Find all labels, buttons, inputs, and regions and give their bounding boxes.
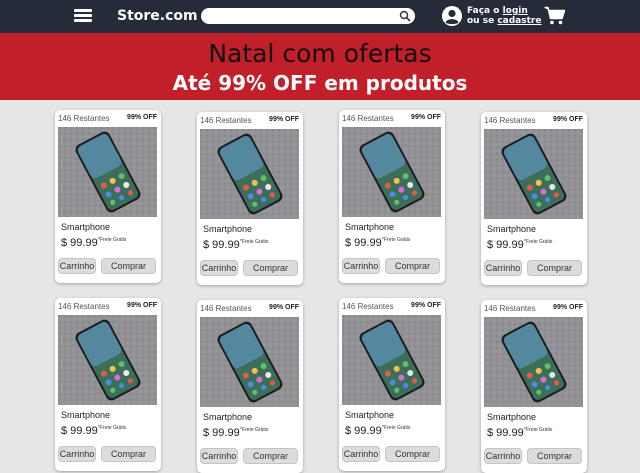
stock-remaining: 146 Restantes — [200, 304, 252, 313]
add-to-cart-button[interactable]: Carrinho — [484, 448, 522, 464]
product-name[interactable]: Smartphone — [345, 222, 394, 232]
free-shipping-label: *Frete Grátis — [240, 427, 269, 433]
top-header: Store.com Faça o login ou se cadastre — [0, 0, 640, 33]
free-shipping-label: *Frete Grátis — [382, 237, 411, 243]
product-card[interactable]: 146 Restantes 99% OFF Smartphone $ 99.99… — [55, 110, 161, 283]
banner-subtitle: Até 99% OFF em produtos — [172, 71, 468, 95]
signup-prefix: ou se — [467, 16, 495, 26]
product-image[interactable] — [484, 129, 583, 219]
product-image[interactable] — [58, 127, 157, 217]
stock-remaining: 146 Restantes — [58, 114, 110, 123]
product-price: $ 99.99 — [203, 427, 240, 439]
buy-button[interactable]: Comprar — [101, 446, 156, 462]
buy-button[interactable]: Comprar — [385, 258, 440, 274]
free-shipping-label: *Frete Grátis — [524, 427, 553, 433]
promo-banner[interactable]: Natal com ofertas Até 99% OFF em produto… — [0, 33, 640, 100]
product-image[interactable] — [200, 317, 299, 407]
login-link[interactable]: login — [503, 6, 528, 16]
product-name[interactable]: Smartphone — [61, 410, 110, 420]
login-prompt: Faça o login ou se cadastre — [467, 6, 541, 26]
product-name[interactable]: Smartphone — [61, 222, 110, 232]
product-image[interactable] — [342, 127, 441, 217]
shopping-cart-icon[interactable] — [544, 6, 566, 26]
stock-remaining: 146 Restantes — [484, 304, 536, 313]
add-to-cart-button[interactable]: Carrinho — [342, 258, 380, 274]
product-image[interactable] — [200, 129, 299, 219]
hamburger-menu-icon[interactable] — [74, 9, 92, 23]
product-card[interactable]: 146 Restantes 99% OFF Smartphone $ 99.99… — [55, 298, 161, 471]
product-name[interactable]: Smartphone — [203, 412, 252, 422]
login-prefix: Faça o — [467, 6, 500, 16]
discount-badge: 99% OFF — [269, 304, 299, 311]
product-price: $ 99.99 — [61, 425, 98, 437]
add-to-cart-button[interactable]: Carrinho — [58, 258, 96, 274]
free-shipping-label: *Frete Grátis — [98, 425, 127, 431]
add-to-cart-button[interactable]: Carrinho — [200, 448, 238, 464]
stock-remaining: 146 Restantes — [484, 116, 536, 125]
discount-badge: 99% OFF — [553, 304, 583, 311]
buy-button[interactable]: Comprar — [101, 258, 156, 274]
store-logo[interactable]: Store.com — [117, 8, 198, 24]
product-name[interactable]: Smartphone — [203, 224, 252, 234]
discount-badge: 99% OFF — [127, 114, 157, 121]
product-name[interactable]: Smartphone — [487, 224, 536, 234]
free-shipping-label: *Frete Grátis — [382, 425, 411, 431]
product-price: $ 99.99 — [203, 239, 240, 251]
signup-link[interactable]: cadastre — [497, 16, 541, 26]
buy-button[interactable]: Comprar — [243, 448, 298, 464]
product-name[interactable]: Smartphone — [487, 412, 536, 422]
buy-button[interactable]: Comprar — [385, 446, 440, 462]
discount-badge: 99% OFF — [269, 116, 299, 123]
discount-badge: 99% OFF — [411, 114, 441, 121]
discount-badge: 99% OFF — [553, 116, 583, 123]
product-image[interactable] — [58, 315, 157, 405]
stock-remaining: 146 Restantes — [200, 116, 252, 125]
search-input[interactable] — [209, 9, 389, 23]
discount-badge: 99% OFF — [127, 302, 157, 309]
stock-remaining: 146 Restantes — [342, 302, 394, 311]
product-price: $ 99.99 — [61, 237, 98, 249]
product-image[interactable] — [342, 315, 441, 405]
stock-remaining: 146 Restantes — [58, 302, 110, 311]
free-shipping-label: *Frete Grátis — [240, 239, 269, 245]
product-card[interactable]: 146 Restantes 99% OFF Smartphone $ 99.99… — [197, 112, 303, 285]
discount-badge: 99% OFF — [411, 302, 441, 309]
product-card[interactable]: 146 Restantes 99% OFF Smartphone $ 99.99… — [339, 298, 445, 471]
free-shipping-label: *Frete Grátis — [98, 237, 127, 243]
product-price: $ 99.99 — [345, 425, 382, 437]
buy-button[interactable]: Comprar — [243, 260, 298, 276]
search-bar — [201, 8, 415, 24]
product-price: $ 99.99 — [487, 427, 524, 439]
product-price: $ 99.99 — [345, 237, 382, 249]
add-to-cart-button[interactable]: Carrinho — [484, 260, 522, 276]
add-to-cart-button[interactable]: Carrinho — [58, 446, 96, 462]
add-to-cart-button[interactable]: Carrinho — [342, 446, 380, 462]
free-shipping-label: *Frete Grátis — [524, 239, 553, 245]
product-image[interactable] — [484, 317, 583, 407]
search-icon[interactable] — [399, 10, 411, 22]
product-name[interactable]: Smartphone — [345, 410, 394, 420]
buy-button[interactable]: Comprar — [527, 448, 582, 464]
product-card[interactable]: 146 Restantes 99% OFF Smartphone $ 99.99… — [339, 110, 445, 283]
buy-button[interactable]: Comprar — [527, 260, 582, 276]
product-card[interactable]: 146 Restantes 99% OFF Smartphone $ 99.99… — [481, 112, 587, 285]
banner-title: Natal com ofertas — [208, 39, 432, 68]
stock-remaining: 146 Restantes — [342, 114, 394, 123]
user-avatar-icon[interactable] — [442, 6, 462, 26]
product-card[interactable]: 146 Restantes 99% OFF Smartphone $ 99.99… — [481, 300, 587, 473]
add-to-cart-button[interactable]: Carrinho — [200, 260, 238, 276]
product-card[interactable]: 146 Restantes 99% OFF Smartphone $ 99.99… — [197, 300, 303, 473]
product-price: $ 99.99 — [487, 239, 524, 251]
